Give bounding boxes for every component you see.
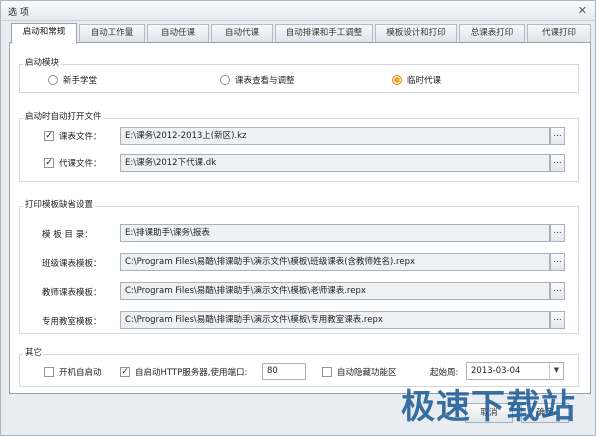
tab-auto-substitute[interactable]: 自动代课 — [211, 24, 273, 42]
radio-view-adjust[interactable]: 课表查看与调整 — [220, 74, 295, 86]
template-dir-path[interactable]: E:\排课助手\课务\报表 — [120, 224, 550, 242]
auto-start-checkbox[interactable]: 开机自启动 — [44, 366, 102, 378]
startup-module-title: 启动模块 — [23, 56, 62, 68]
browse-teacher-template-button[interactable]: ... — [550, 282, 565, 300]
room-template-label: 专用教室模板： — [42, 317, 102, 327]
check-label: 课表文件： — [59, 132, 102, 142]
template-dir-label: 模 板 目 录： — [42, 230, 93, 240]
substitute-file-path[interactable]: E:\课务\2012下代课.dk — [120, 154, 550, 172]
cancel-button[interactable]: 取消 — [465, 403, 513, 423]
tab-auto-assign[interactable]: 自动任课 — [147, 24, 209, 42]
open-files-group: ✓ 课表文件： E:\课务\2012-2013上(新区).kz ... ✓ 代课… — [19, 118, 579, 182]
browse-substitute-file-button[interactable]: ... — [550, 154, 565, 172]
hide-ribbon-checkbox[interactable]: 自动隐藏功能区 — [322, 366, 397, 378]
tab-strip: 启动和常规 自动工作量 自动任课 自动代课 自动排课和手工调整 模板设计和打印 … — [9, 23, 593, 44]
tab-master-print[interactable]: 总课表打印 — [459, 24, 525, 42]
window-title: 选 项 — [8, 8, 29, 18]
check-box-unchecked — [322, 367, 332, 377]
check-box-unchecked — [44, 367, 54, 377]
check-box-checked: ✓ — [120, 367, 130, 377]
radio-indicator — [220, 75, 230, 85]
startup-module-group: 新手学堂 课表查看与调整 临时代课 — [19, 64, 579, 93]
tab-template-print[interactable]: 模板设计和打印 — [375, 24, 457, 42]
radio-label: 临时代课 — [407, 76, 442, 86]
http-server-checkbox[interactable]: ✓ 自启动HTTP服务器,使用端口: — [120, 366, 247, 378]
ok-button[interactable]: 确定 — [521, 403, 569, 423]
start-week-value: 2013-03-04 — [471, 366, 521, 376]
browse-template-dir-button[interactable]: ... — [550, 224, 565, 242]
check-label: 自启动HTTP服务器,使用端口: — [135, 368, 248, 378]
check-label: 代课文件： — [59, 159, 102, 169]
teacher-template-label: 教师课表模板： — [42, 288, 102, 298]
start-week-label: 起始周: — [430, 368, 459, 378]
check-box-checked: ✓ — [44, 131, 54, 141]
start-week-select[interactable]: 2013-03-04 ▼ — [466, 362, 564, 380]
tab-substitute-print[interactable]: 代课打印 — [527, 24, 591, 42]
other-title: 其它 — [23, 346, 45, 358]
browse-room-template-button[interactable]: ... — [550, 311, 565, 329]
title-bar: 选 项 ✕ — [1, 1, 595, 21]
print-templates-title: 打印模板缺省设置 — [23, 198, 96, 210]
tab-auto-workload[interactable]: 自动工作量 — [79, 24, 145, 42]
radio-label: 课表查看与调整 — [235, 76, 295, 86]
other-group: 开机自启动 ✓ 自启动HTTP服务器,使用端口: 80 自动隐藏功能区 起始周:… — [19, 354, 579, 387]
schedule-file-checkbox[interactable]: ✓ 课表文件： — [44, 130, 102, 142]
radio-indicator — [48, 75, 58, 85]
options-dialog: 选 项 ✕ 启动和常规 自动工作量 自动任课 自动代课 自动排课和手工调整 模板… — [0, 0, 596, 436]
radio-indicator-selected — [392, 75, 402, 85]
browse-class-template-button[interactable]: ... — [550, 253, 565, 271]
check-label: 开机自启动 — [59, 368, 102, 378]
open-files-title: 启动时自动打开文件 — [23, 110, 104, 122]
schedule-file-path[interactable]: E:\课务\2012-2013上(新区).kz — [120, 127, 550, 145]
substitute-file-checkbox[interactable]: ✓ 代课文件： — [44, 157, 102, 169]
close-icon[interactable]: ✕ — [578, 4, 587, 17]
tab-auto-schedule[interactable]: 自动排课和手工调整 — [275, 24, 373, 42]
radio-temp-substitute[interactable]: 临时代课 — [392, 74, 441, 86]
tab-startup-general[interactable]: 启动和常规 — [11, 23, 77, 44]
browse-schedule-file-button[interactable]: ... — [550, 127, 565, 145]
check-box-checked: ✓ — [44, 158, 54, 168]
class-template-path[interactable]: C:\Program Files\易酷\排课助手\演示文件\模板\班级课表(含教… — [120, 253, 550, 271]
print-templates-group: 模 板 目 录： E:\排课助手\课务\报表 ... 班级课表模板： C:\Pr… — [19, 206, 579, 334]
http-port-input[interactable]: 80 — [262, 363, 306, 380]
chevron-down-icon[interactable]: ▼ — [549, 363, 563, 379]
radio-beginner[interactable]: 新手学堂 — [48, 74, 97, 86]
radio-label: 新手学堂 — [63, 76, 98, 86]
tab-panel: 新手学堂 课表查看与调整 临时代课 启动模块 ✓ 课表文件： E:\课务\201… — [9, 42, 591, 394]
room-template-path[interactable]: C:\Program Files\易酷\排课助手\演示文件\模板\专用教室课表.… — [120, 311, 550, 329]
check-label: 自动隐藏功能区 — [337, 368, 397, 378]
teacher-template-path[interactable]: C:\Program Files\易酷\排课助手\演示文件\模板\老师课表.re… — [120, 282, 550, 300]
class-template-label: 班级课表模板： — [42, 259, 102, 269]
